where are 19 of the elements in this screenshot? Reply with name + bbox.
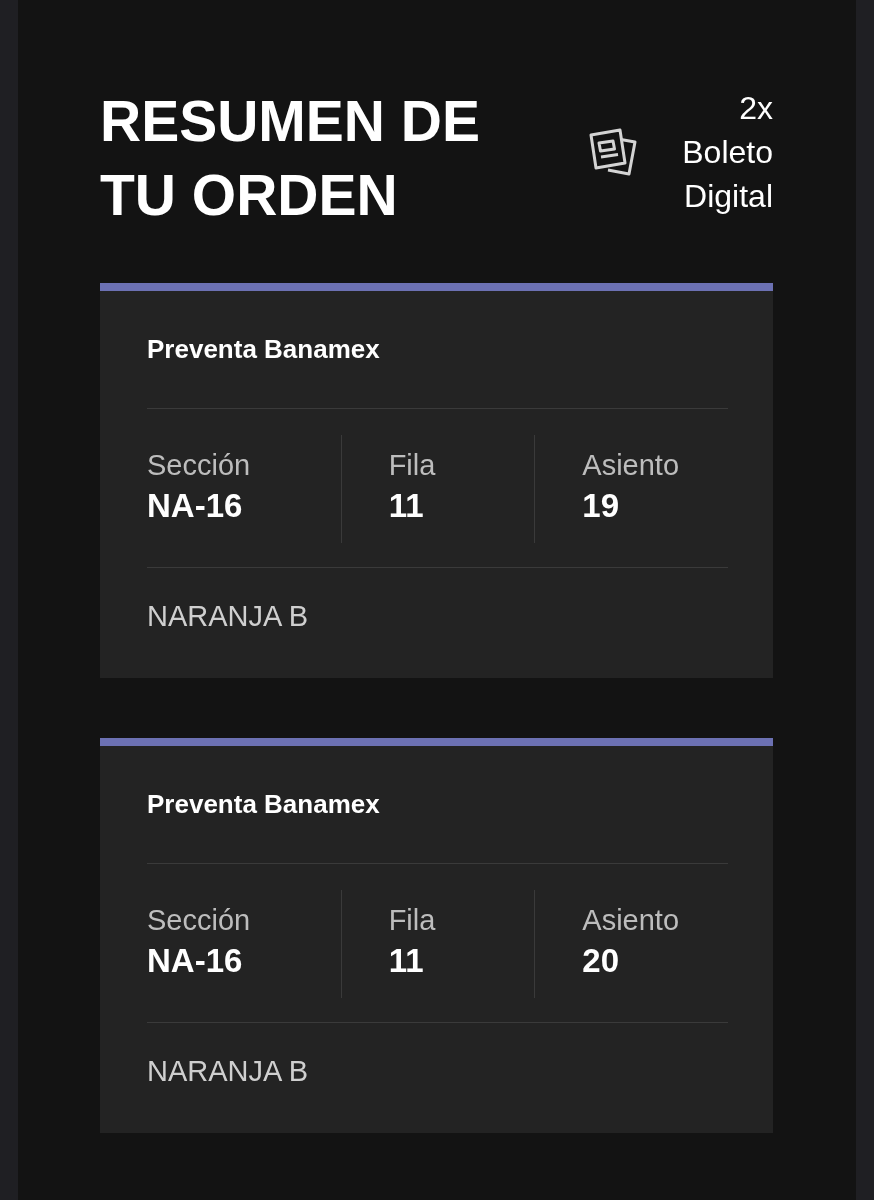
field-label: Asiento	[582, 903, 680, 938]
field-label: Fila	[388, 903, 436, 938]
field-label: Sección	[147, 448, 251, 483]
zone-label: NARANJA B	[147, 599, 309, 634]
field-label: Asiento	[582, 448, 680, 483]
field-value: 19	[582, 486, 620, 526]
ticket-title: Preventa Banamex	[147, 334, 380, 364]
field-value: 20	[582, 941, 620, 981]
field-value: NA-16	[147, 486, 243, 526]
field-value: 11	[388, 486, 424, 526]
field-label: Sección	[147, 903, 251, 938]
page-title: RESUMEN DE TU ORDEN	[100, 88, 482, 229]
documents-icon	[588, 128, 639, 176]
field-label: Fila	[388, 448, 436, 483]
field-value: NA-16	[147, 941, 243, 981]
ticket-quantity-text: 2x Boleto Digital	[682, 89, 773, 216]
zone-label: NARANJA B	[147, 1054, 309, 1089]
ticket-title: Preventa Banamex	[147, 789, 380, 819]
field-value: 11	[388, 941, 424, 981]
